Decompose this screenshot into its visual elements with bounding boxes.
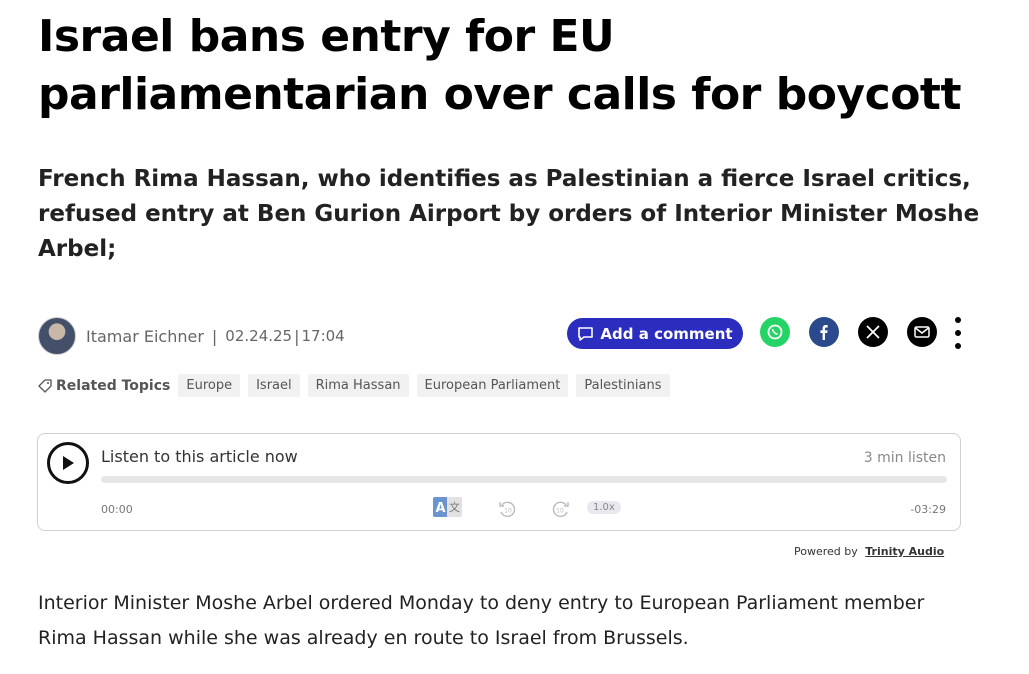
topic-tag[interactable]: Palestinians — [576, 374, 670, 397]
svg-text:10: 10 — [556, 508, 564, 515]
more-dot-icon — [955, 343, 961, 349]
publish-date: 02.24.25 — [225, 327, 293, 345]
facebook-icon — [820, 325, 828, 340]
author-name[interactable]: Itamar Eichner — [86, 327, 204, 346]
add-comment-button[interactable]: Add a comment — [567, 318, 743, 349]
player-title: Listen to this article now — [101, 447, 298, 466]
powered-by-label: Powered by — [794, 545, 858, 558]
svg-text:A: A — [435, 501, 445, 516]
byline-separator: | — [211, 326, 218, 346]
date-time-separator: | — [294, 326, 300, 346]
x-share-button[interactable] — [858, 317, 888, 347]
trinity-audio-link[interactable]: Trinity Audio — [865, 545, 944, 558]
topic-tag[interactable]: Rima Hassan — [307, 374, 409, 397]
author-avatar[interactable] — [38, 317, 76, 355]
add-comment-label: Add a comment — [600, 324, 733, 343]
player-duration: 3 min listen — [863, 450, 946, 466]
article-body: Interior Minister Moshe Arbel ordered Mo… — [38, 592, 925, 649]
powered-by: Powered by Trinity Audio — [794, 545, 944, 558]
whatsapp-icon — [767, 324, 783, 340]
topic-tag[interactable]: Israel — [248, 374, 300, 397]
forward-icon: 10 — [552, 501, 569, 518]
article-headline: Israel bans entry for EU parliamentarian… — [38, 11, 961, 120]
article-subheadline: French Rima Hassan, who identifies as Pa… — [38, 166, 980, 262]
tag-icon — [38, 378, 52, 393]
play-icon — [63, 456, 74, 470]
play-button[interactable] — [47, 442, 89, 484]
mail-share-button[interactable] — [907, 317, 937, 347]
related-topics: Related Topics Europe Israel Rima Hassan… — [38, 374, 678, 397]
facebook-share-button[interactable] — [809, 317, 839, 347]
byline: Itamar Eichner | 02.24.25 | 17:04 — [38, 317, 345, 355]
comment-icon — [578, 326, 594, 341]
more-dot-icon — [955, 330, 961, 336]
rewind-icon: 10 — [499, 501, 516, 518]
rewind-10-button[interactable]: 10 — [497, 499, 517, 519]
player-remaining-time: -03:29 — [910, 503, 946, 516]
related-topics-label: Related Topics — [56, 377, 171, 394]
mail-icon — [914, 326, 930, 338]
svg-text:文: 文 — [449, 500, 460, 514]
x-icon — [866, 325, 880, 339]
topic-tag[interactable]: European Parliament — [416, 374, 569, 397]
playback-speed-button[interactable]: 1.0x — [587, 501, 621, 514]
translate-button[interactable]: A文 — [433, 496, 463, 518]
more-dot-icon — [955, 317, 961, 323]
translate-icon: A文 — [433, 497, 462, 517]
forward-10-button[interactable]: 10 — [551, 499, 571, 519]
player-progress-bar[interactable] — [101, 476, 947, 483]
player-current-time: 00:00 — [101, 503, 133, 516]
svg-text:10: 10 — [504, 508, 512, 515]
more-options-button[interactable] — [952, 317, 964, 349]
whatsapp-share-button[interactable] — [760, 317, 790, 347]
topic-tag[interactable]: Europe — [178, 374, 241, 397]
audio-player: Listen to this article now 3 min listen … — [37, 433, 961, 531]
publish-time: 17:04 — [301, 327, 345, 345]
